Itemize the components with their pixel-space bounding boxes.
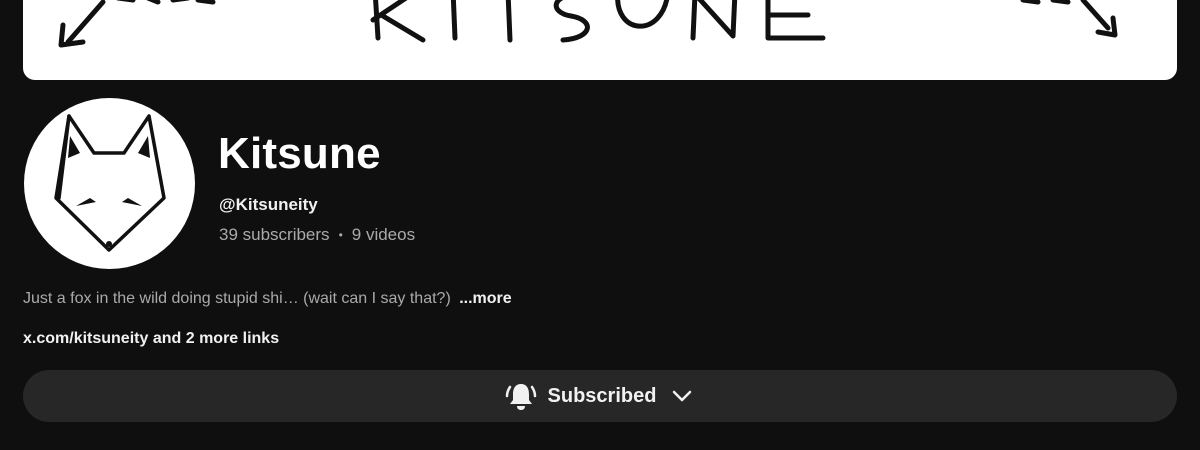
more-links-text[interactable]: and 2 more links: [153, 330, 279, 347]
channel-stats: 39 subscribers • 9 videos: [219, 225, 415, 245]
video-count: 9 videos: [351, 225, 416, 244]
stats-separator: •: [338, 228, 343, 242]
subscriber-count: 39 subscribers: [219, 225, 330, 244]
description-text: Just a fox in the wild doing stupid shi……: [23, 290, 451, 307]
subscribed-label: Subscribed: [547, 384, 657, 407]
channel-links[interactable]: x.com/kitsuneity and 2 more links: [23, 330, 279, 348]
banner-artwork: [58, 0, 1118, 48]
primary-link[interactable]: x.com/kitsuneity: [23, 330, 148, 347]
bell-ringing-icon: [504, 379, 538, 413]
channel-description[interactable]: Just a fox in the wild doing stupid shi……: [23, 290, 512, 308]
channel-avatar[interactable]: [24, 98, 195, 269]
channel-banner: [23, 0, 1177, 80]
chevron-down-icon: [668, 382, 696, 410]
channel-name: Kitsune: [218, 129, 381, 178]
fox-logo-icon: [54, 114, 166, 252]
channel-handle: @Kitsuneity: [219, 195, 318, 214]
subscribed-button[interactable]: Subscribed: [23, 370, 1177, 422]
description-more-link[interactable]: ...more: [459, 290, 511, 307]
channel-page: Kitsune @Kitsuneity 39 subscribers • 9 v…: [0, 0, 1200, 450]
